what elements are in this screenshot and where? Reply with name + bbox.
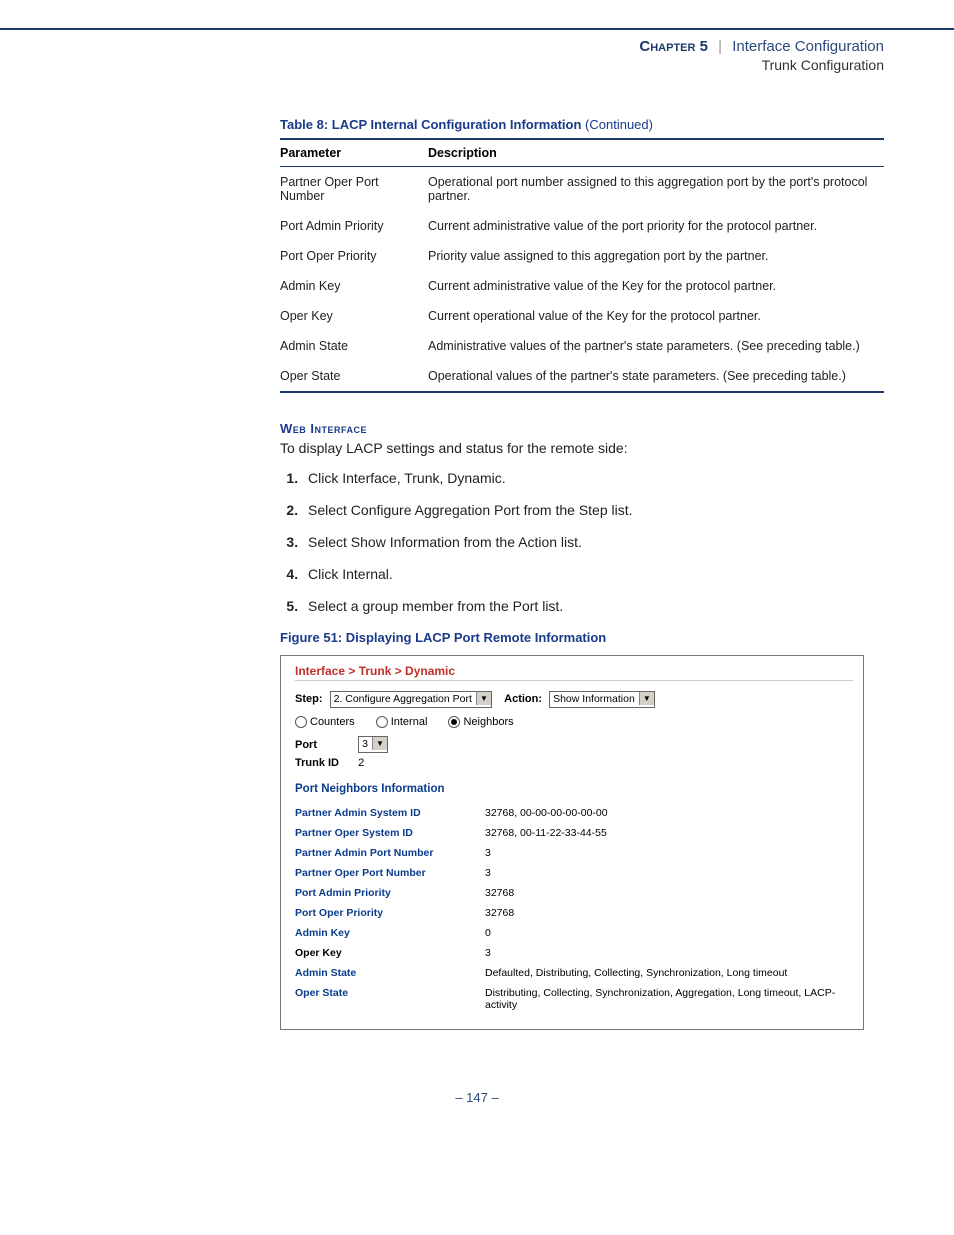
- action-label: Action:: [504, 693, 542, 705]
- radio-internal[interactable]: [376, 716, 388, 728]
- table-caption: Table 8: LACP Internal Configuration Inf…: [280, 117, 884, 132]
- info-row: Admin Key0: [295, 923, 853, 943]
- chapter-label: Chapter 5: [639, 38, 708, 55]
- port-label: Port: [295, 739, 355, 751]
- step-item: Select Configure Aggregation Port from t…: [302, 502, 884, 518]
- table-row: Port Oper PriorityPriority value assigne…: [280, 241, 884, 271]
- radio-internal-label: Internal: [391, 716, 428, 728]
- col-header-parameter: Parameter: [280, 139, 428, 167]
- step-label: Step:: [295, 693, 323, 705]
- parameter-table: Parameter Description Partner Oper Port …: [280, 138, 884, 393]
- trunk-id-label: Trunk ID: [295, 757, 355, 769]
- web-interface-heading: Web Interface: [280, 421, 884, 436]
- step-item: Click Internal.: [302, 566, 884, 582]
- table-row: Admin StateAdministrative values of the …: [280, 331, 884, 361]
- port-select-value: 3: [362, 738, 368, 750]
- info-row: Oper Key3: [295, 943, 853, 963]
- action-select-value: Show Information: [553, 693, 635, 705]
- step-item: Select a group member from the Port list…: [302, 598, 884, 614]
- breadcrumb: Interface > Trunk > Dynamic: [295, 664, 853, 681]
- chevron-down-icon: ▼: [476, 692, 491, 705]
- radio-neighbors[interactable]: [448, 716, 460, 728]
- info-row: Admin StateDefaulted, Distributing, Coll…: [295, 963, 853, 983]
- info-row: Port Admin Priority32768: [295, 883, 853, 903]
- table-row: Oper KeyCurrent operational value of the…: [280, 301, 884, 331]
- info-row: Partner Admin System ID32768, 00-00-00-0…: [295, 803, 853, 823]
- port-row: Port 3▼: [295, 736, 853, 753]
- chevron-down-icon: ▼: [372, 737, 387, 750]
- page-header: Chapter 5 | Interface Configuration Trun…: [0, 30, 954, 77]
- col-header-description: Description: [428, 139, 884, 167]
- header-title: Interface Configuration: [732, 38, 884, 55]
- port-select[interactable]: 3▼: [358, 736, 388, 753]
- step-item: Select Show Information from the Action …: [302, 534, 884, 550]
- radio-neighbors-label: Neighbors: [463, 716, 513, 728]
- neighbors-info-table: Partner Admin System ID32768, 00-00-00-0…: [295, 803, 853, 1015]
- table-caption-continued: (Continued): [585, 117, 653, 132]
- table-row: Oper StateOperational values of the part…: [280, 361, 884, 392]
- web-interface-intro: To display LACP settings and status for …: [280, 440, 884, 456]
- step-select[interactable]: 2. Configure Aggregation Port ▼: [330, 691, 492, 708]
- table-caption-main: Table 8: LACP Internal Configuration Inf…: [280, 117, 581, 132]
- table-row: Admin KeyCurrent administrative value of…: [280, 271, 884, 301]
- info-row: Partner Admin Port Number3: [295, 843, 853, 863]
- radio-counters-label: Counters: [310, 716, 355, 728]
- header-separator: |: [712, 38, 728, 55]
- step-select-value: 2. Configure Aggregation Port: [334, 693, 472, 705]
- screenshot-panel: Interface > Trunk > Dynamic Step: 2. Con…: [280, 655, 864, 1030]
- trunk-id-value: 2: [358, 757, 364, 769]
- steps-list: Click Interface, Trunk, Dynamic. Select …: [280, 470, 884, 614]
- info-row: Partner Oper Port Number3: [295, 863, 853, 883]
- info-row: Oper StateDistributing, Collecting, Sync…: [295, 983, 853, 1015]
- header-subtitle: Trunk Configuration: [0, 57, 884, 73]
- info-row: Partner Oper System ID32768, 00-11-22-33…: [295, 823, 853, 843]
- figure-caption: Figure 51: Displaying LACP Port Remote I…: [280, 630, 884, 645]
- radio-group: Counters Internal Neighbors: [295, 716, 853, 728]
- radio-counters[interactable]: [295, 716, 307, 728]
- neighbors-section-title: Port Neighbors Information: [295, 783, 853, 795]
- table-row: Partner Oper Port NumberOperational port…: [280, 167, 884, 212]
- trunk-row: Trunk ID 2: [295, 757, 853, 769]
- action-select[interactable]: Show Information ▼: [549, 691, 655, 708]
- table-row: Port Admin PriorityCurrent administrativ…: [280, 211, 884, 241]
- page-number: – 147 –: [0, 1090, 954, 1105]
- control-row: Step: 2. Configure Aggregation Port ▼ Act…: [295, 691, 853, 708]
- info-row: Port Oper Priority32768: [295, 903, 853, 923]
- chevron-down-icon: ▼: [639, 692, 654, 705]
- step-item: Click Interface, Trunk, Dynamic.: [302, 470, 884, 486]
